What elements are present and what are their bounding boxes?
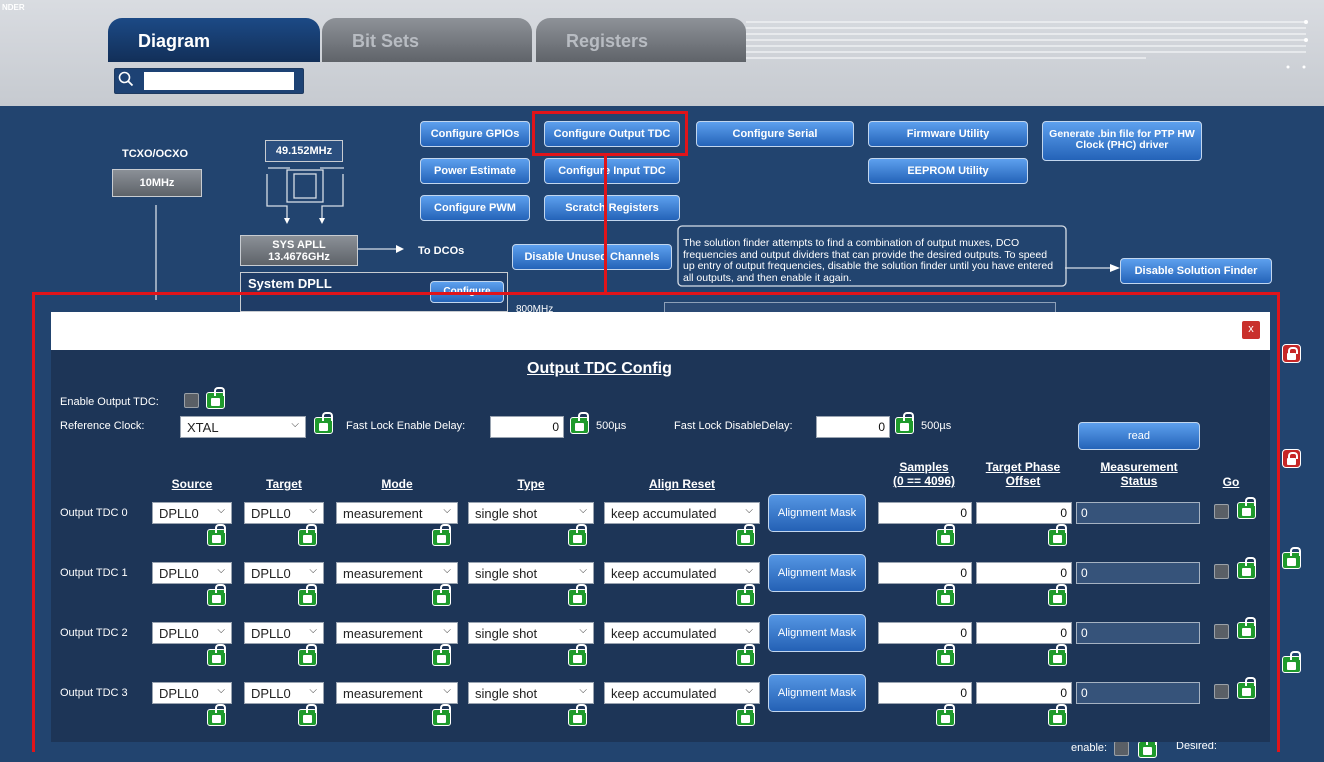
lock-open-icon[interactable]: [1282, 651, 1301, 673]
sys-apll-frequency: 13.4676GHz: [268, 251, 330, 263]
solution-finder-description: The solution finder attempts to find a c…: [683, 237, 1054, 284]
search-input[interactable]: [144, 72, 294, 90]
search-icon[interactable]: [118, 71, 136, 89]
xtal-frequency-box[interactable]: 49.152MHz: [265, 140, 343, 162]
lock-closed-icon[interactable]: [1282, 344, 1301, 363]
sys-apll-box[interactable]: SYS APLL 13.4676GHz: [240, 235, 358, 266]
eeprom-utility-button[interactable]: EEPROM Utility: [868, 158, 1028, 184]
power-estimate-button[interactable]: Power Estimate: [420, 158, 530, 184]
highlight-connector-line: [604, 154, 607, 294]
highlight-dialog-frame: [32, 292, 1280, 752]
lock-open-icon[interactable]: [1282, 547, 1301, 569]
generate-bin-file-button[interactable]: Generate .bin file for PTP HW Clock (PHC…: [1042, 121, 1202, 161]
app-logo-text: NDER: [2, 3, 25, 12]
highlight-configure-output-tdc: [532, 111, 688, 156]
firmware-utility-button[interactable]: Firmware Utility: [868, 121, 1028, 147]
configure-input-tdc-button[interactable]: Configure Input TDC: [544, 158, 680, 184]
lock-closed-icon[interactable]: [1282, 449, 1301, 468]
tcxo-frequency-box[interactable]: 10MHz: [112, 169, 202, 197]
sys-apll-label: SYS APLL: [272, 239, 326, 251]
tab-bit-sets[interactable]: Bit Sets: [322, 18, 532, 62]
to-dcos-label: To DCOs: [418, 245, 465, 257]
configure-pwm-button[interactable]: Configure PWM: [420, 195, 530, 221]
scratch-registers-button[interactable]: Scratch Registers: [544, 195, 680, 221]
decorative-circuit-lines: [746, 20, 1308, 69]
configure-gpios-button[interactable]: Configure GPIOs: [420, 121, 530, 147]
system-dpll-title: System DPLL: [248, 276, 332, 291]
disable-solution-finder-button[interactable]: Disable Solution Finder: [1120, 258, 1272, 284]
configure-serial-button[interactable]: Configure Serial: [696, 121, 854, 147]
disable-unused-channels-button[interactable]: Disable Unused Channels: [512, 244, 672, 270]
tcxo-label: TCXO/OCXO: [122, 148, 189, 160]
tab-diagram[interactable]: Diagram: [108, 18, 320, 62]
tab-registers[interactable]: Registers: [536, 18, 746, 62]
